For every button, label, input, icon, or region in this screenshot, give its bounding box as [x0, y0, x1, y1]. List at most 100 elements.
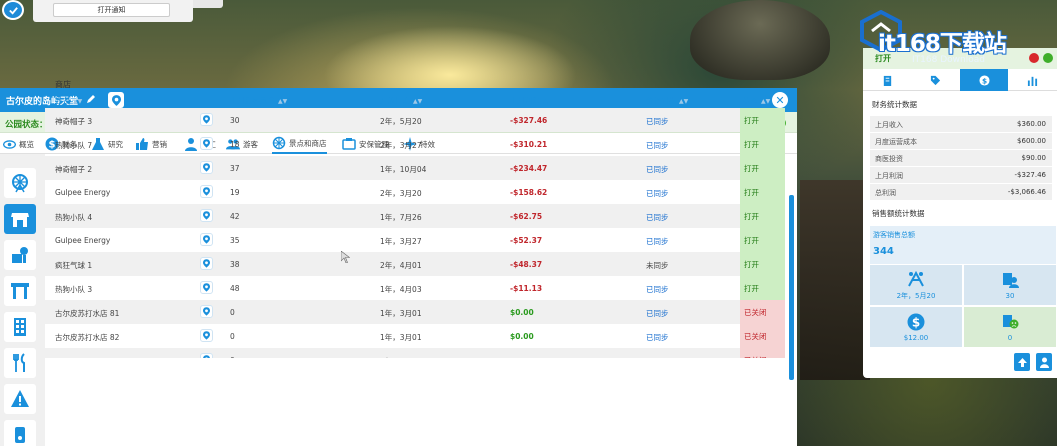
- shop-profit: -$52.37: [510, 236, 543, 245]
- shop-state[interactable]: 已关闭: [740, 300, 785, 324]
- col-state[interactable]: 状态 ▲▼: [743, 95, 770, 106]
- table-row[interactable]: 神奇帽子 3 30 2年，5月20 -$327.46 已同步 打开: [45, 108, 785, 132]
- shop-opened-date: 2年，4月01: [380, 261, 422, 270]
- locate-shop-button[interactable]: [200, 137, 213, 150]
- finance-label: 月度运营成本: [875, 138, 917, 146]
- shop-icon: [11, 213, 29, 227]
- sidebar-item-buildings[interactable]: [4, 312, 36, 342]
- col-profit[interactable]: 上月利润 ▲: [510, 95, 548, 106]
- shop-visitors: 38: [230, 260, 240, 269]
- sidebar-item-warnings[interactable]: [4, 384, 36, 414]
- table-row[interactable]: 神奇帽子 2 37 1年，10月04 -$234.47 已同步 打开: [45, 156, 785, 180]
- table-row[interactable]: Gulpee Energy 19 2年，3月20 -$158.62 已同步 打开: [45, 180, 785, 204]
- notification-toggle-button[interactable]: [2, 0, 24, 20]
- locate-shop-button[interactable]: [200, 209, 213, 222]
- shop-visitors: 18: [230, 140, 240, 149]
- map-pin-icon: [203, 283, 210, 292]
- map-pin-icon: [203, 355, 210, 358]
- staff-assign-button[interactable]: [1036, 353, 1052, 371]
- shop-state[interactable]: 已关闭: [740, 324, 785, 348]
- sidebar-item-gates[interactable]: [4, 276, 36, 306]
- shop-visitors: 0: [230, 308, 235, 317]
- building-icon: [14, 318, 26, 336]
- table-row[interactable]: 热狗小队 4 42 1年，7月26 -$62.75 已同步 打开: [45, 204, 785, 228]
- tag-icon: [930, 75, 940, 85]
- shop-price-sync: 已同步: [646, 333, 669, 342]
- locate-shop-button[interactable]: [200, 305, 213, 318]
- visitor-sales-box: 游客销售总额 344: [870, 226, 1056, 264]
- upgrade-button[interactable]: [1014, 353, 1030, 371]
- shop-visitors: 37: [230, 164, 240, 173]
- tab-info[interactable]: [863, 69, 911, 91]
- shop-opened-date: 2年，3月27: [380, 141, 422, 150]
- stat-unhappy: 0: [964, 307, 1056, 347]
- finance-label: 商医投资: [875, 155, 903, 163]
- table-row[interactable]: 古尔皮苏打水店 82 0 1年，3月01 $0.00 已同步 已关闭: [45, 324, 785, 348]
- table-row[interactable]: Gulpee Energy 35 1年，3月27 -$52.37 已同步 打开: [45, 228, 785, 252]
- finance-stats-title: 财务统计数据: [872, 100, 917, 109]
- shop-visitors: 0: [230, 356, 235, 358]
- shop-opened-date: 1年，3月01: [380, 356, 422, 358]
- tab-finance-detail[interactable]: $: [960, 69, 1008, 91]
- finance-row: 上月利润 -$327.46: [870, 167, 1052, 184]
- shop-name: 神奇帽子 2: [55, 165, 93, 174]
- table-row[interactable]: 热狗小队 7 18 2年，3月27 -$310.21 已同步 打开: [45, 132, 785, 156]
- bar-chart-icon: [1027, 76, 1037, 86]
- shop-profit: $0.00: [510, 308, 534, 317]
- locate-shop-button[interactable]: [200, 113, 213, 126]
- sidebar-item-rides[interactable]: [4, 168, 36, 198]
- shop-opened-date: 1年，3月01: [380, 333, 422, 342]
- sidebar-item-food[interactable]: [4, 348, 36, 378]
- shop-opened-date: 1年，3月27: [380, 237, 422, 246]
- shop-opened-date: 2年，3月20: [380, 189, 422, 198]
- shop-status: 打开: [875, 54, 891, 63]
- tab-overview[interactable]: 概览: [2, 134, 34, 154]
- shop-profit: -$62.75: [510, 212, 543, 221]
- col-name[interactable]: 姓名 ▲▼: [55, 95, 82, 106]
- shop-price-sync: 未同步: [646, 261, 669, 270]
- sidebar-item-shops[interactable]: [4, 204, 36, 234]
- open-shop-button[interactable]: [1043, 53, 1053, 63]
- locate-shop-button[interactable]: [200, 233, 213, 246]
- shop-state[interactable]: 打开: [740, 132, 785, 156]
- locate-shop-button[interactable]: [200, 281, 213, 294]
- calendar-icon: [908, 270, 924, 286]
- shop-price-sync: 已同步: [646, 309, 669, 318]
- sidebar-item-misc[interactable]: [4, 420, 36, 446]
- table-row[interactable]: 热狗小队 3 48 1年，4月03 -$11.13 已同步 打开: [45, 276, 785, 300]
- shop-visitors: 19: [230, 188, 240, 197]
- close-shop-button[interactable]: [1029, 53, 1039, 63]
- open-notification-button[interactable]: 打开通知: [53, 3, 170, 17]
- shop-state[interactable]: 打开: [740, 204, 785, 228]
- table-row[interactable]: 0 1年，3月01 已关闭: [45, 348, 785, 358]
- notification-tab: [193, 0, 223, 8]
- table-row[interactable]: 疯狂气球 1 38 2年，4月01 -$48.37 未同步 打开: [45, 252, 785, 276]
- col-opened[interactable]: 开放日期 ▲▼: [380, 95, 422, 106]
- shop-state[interactable]: 打开: [740, 156, 785, 180]
- shop-state[interactable]: 已关闭: [740, 348, 785, 358]
- shop-detail-tabs: $: [863, 69, 1057, 91]
- shop-state[interactable]: 打开: [740, 180, 785, 204]
- locate-shop-button[interactable]: [200, 353, 213, 358]
- sidebar-item-facilities[interactable]: [4, 240, 36, 270]
- tab-products[interactable]: [911, 69, 959, 91]
- table-row[interactable]: 古尔皮苏打水店 81 0 1年，3月01 $0.00 已同步 已关闭: [45, 300, 785, 324]
- shop-state[interactable]: 打开: [740, 228, 785, 252]
- col-price-sync[interactable]: 价格同步 ▲▼: [646, 95, 688, 106]
- shop-name: Gulpee Energy: [55, 236, 111, 245]
- map-pin-icon: [203, 331, 210, 340]
- col-visitors[interactable]: 上月游客数量 ▲▼: [230, 95, 287, 106]
- locate-shop-button[interactable]: [200, 329, 213, 342]
- visitor-sales-value: 344: [873, 246, 894, 257]
- shop-state[interactable]: 打开: [740, 276, 785, 300]
- category-sidebar: [0, 154, 45, 446]
- table-scrollbar[interactable]: [789, 195, 794, 380]
- shop-profit: -$327.46: [510, 116, 548, 125]
- shop-state[interactable]: 打开: [740, 252, 785, 276]
- locate-shop-button[interactable]: [200, 257, 213, 270]
- stat-opened-date: 2年，5月20: [870, 265, 962, 305]
- locate-shop-button[interactable]: [200, 185, 213, 198]
- shop-state[interactable]: 打开: [740, 108, 785, 132]
- tab-stats[interactable]: [1008, 69, 1056, 91]
- locate-shop-button[interactable]: [200, 161, 213, 174]
